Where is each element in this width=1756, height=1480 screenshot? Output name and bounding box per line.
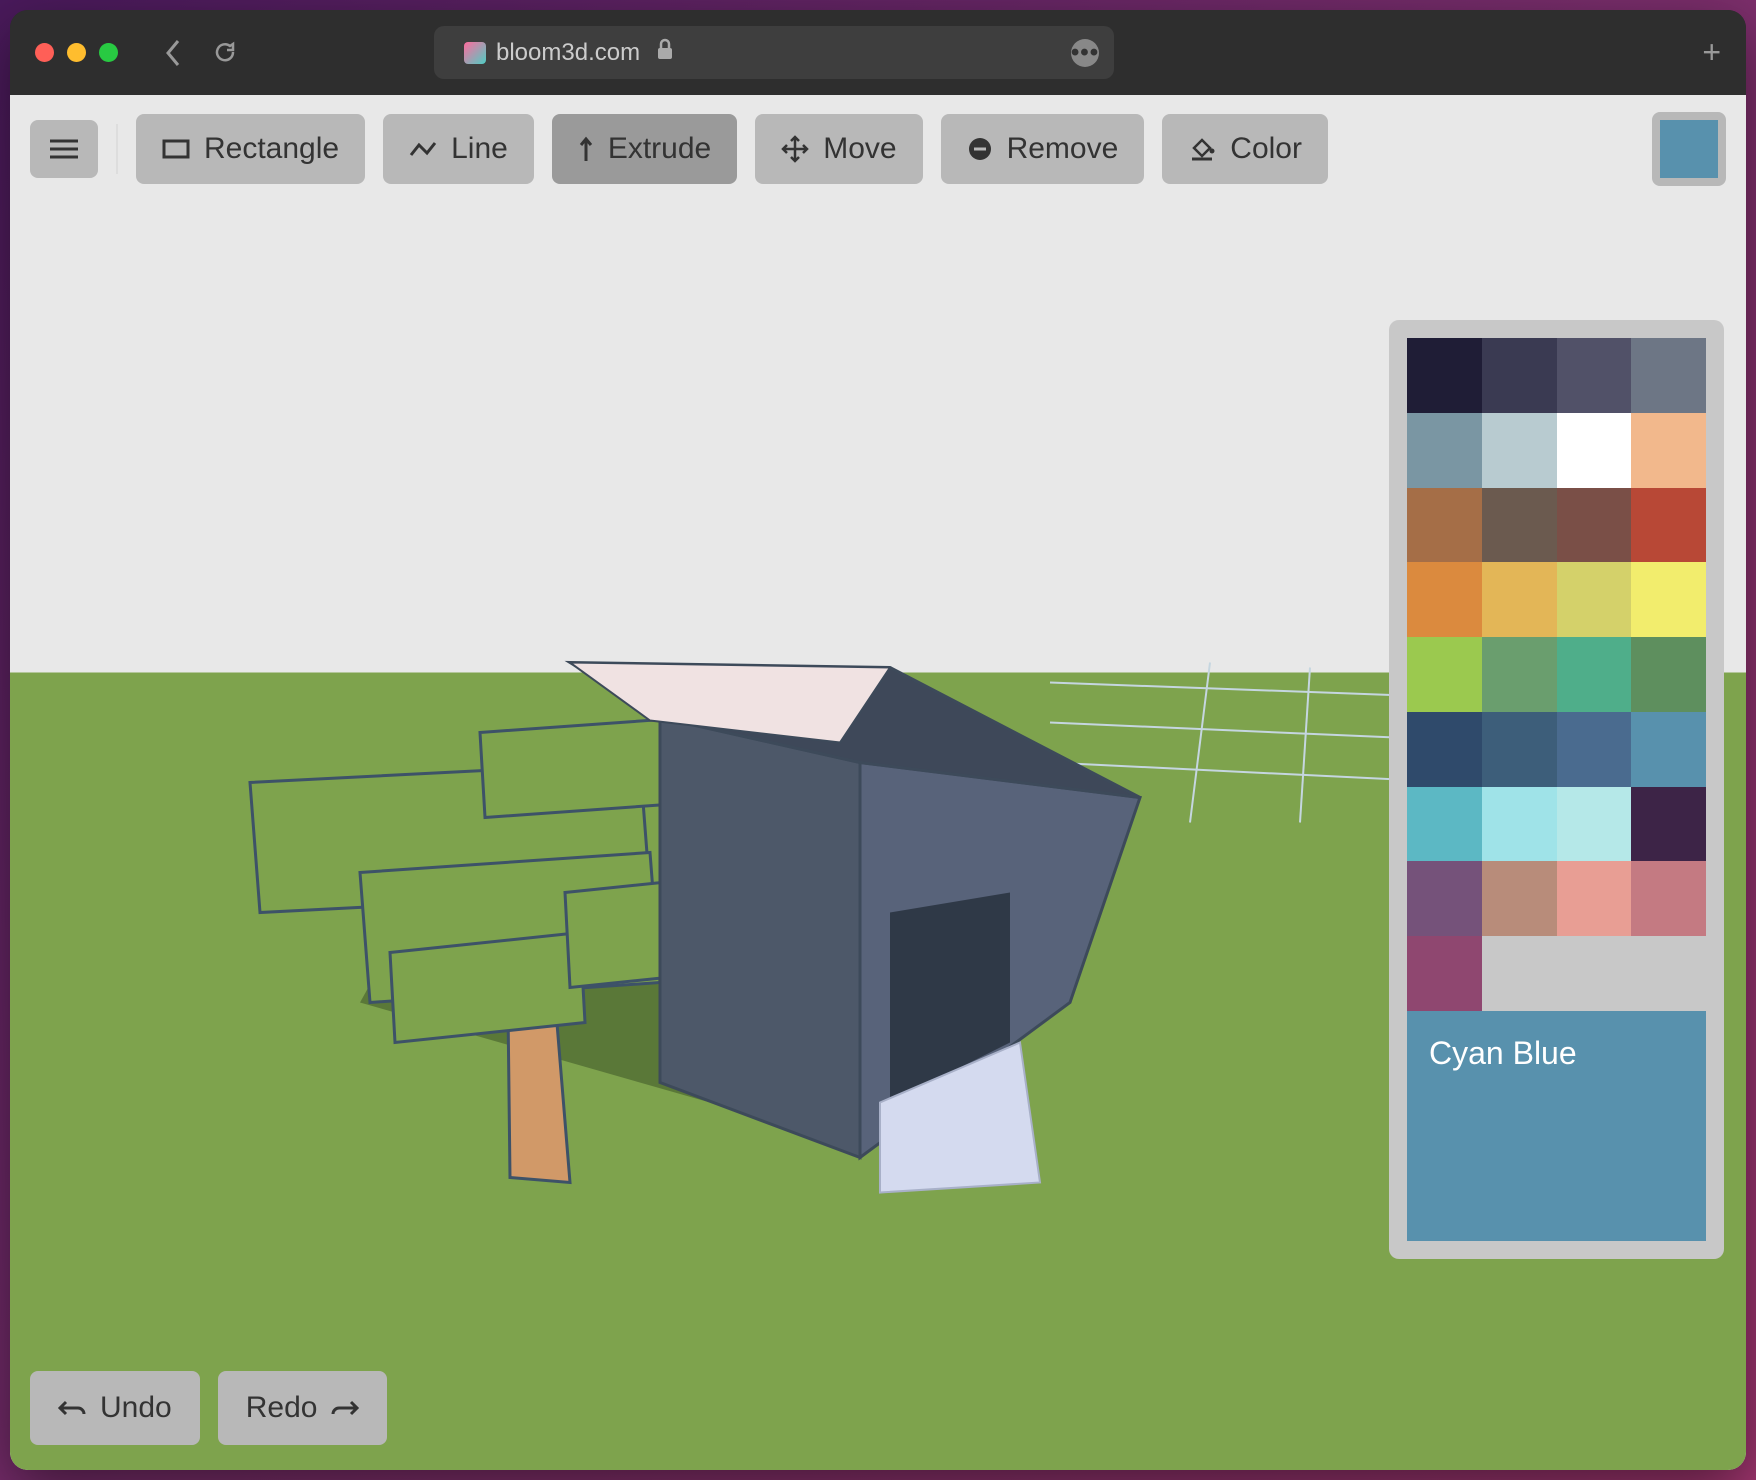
color-swatch[interactable] [1407,562,1482,637]
color-swatch[interactable] [1482,712,1557,787]
maximize-button[interactable] [99,43,118,62]
color-swatch[interactable] [1482,562,1557,637]
current-color-swatch[interactable] [1652,112,1726,186]
color-label: Color [1230,132,1302,166]
content-area: Rectangle Line Extrude Move [10,95,1746,1470]
remove-icon [967,136,993,162]
color-swatch[interactable] [1631,413,1706,488]
redo-icon [331,1399,359,1417]
color-grid [1407,338,1706,1011]
browser-titlebar: bloom3d.com ••• + [10,10,1746,95]
extrude-label: Extrude [608,132,711,166]
selected-color-preview: Cyan Blue [1407,1011,1706,1241]
color-swatch[interactable] [1631,712,1706,787]
minimize-button[interactable] [67,43,86,62]
menu-icon [50,138,78,160]
color-swatch[interactable] [1557,413,1632,488]
color-swatch[interactable] [1482,413,1557,488]
redo-label: Redo [246,1391,318,1425]
rectangle-tool-button[interactable]: Rectangle [136,114,365,184]
color-swatch[interactable] [1482,787,1557,862]
extrude-tool-button[interactable]: Extrude [552,114,737,184]
redo-button[interactable]: Redo [218,1371,388,1445]
color-swatch[interactable] [1557,488,1632,563]
url-more-button[interactable]: ••• [1071,39,1099,67]
new-tab-button[interactable]: + [1702,34,1721,71]
extrude-icon [578,135,594,163]
color-swatch[interactable] [1557,861,1632,936]
move-label: Move [823,132,896,166]
color-swatch[interactable] [1631,936,1706,1011]
color-swatch[interactable] [1557,562,1632,637]
color-swatch[interactable] [1407,936,1482,1011]
selected-color-name: Cyan Blue [1429,1033,1684,1075]
url-text: bloom3d.com [496,39,640,67]
url-bar[interactable]: bloom3d.com ••• [434,26,1114,79]
color-swatch[interactable] [1482,637,1557,712]
remove-label: Remove [1007,132,1119,166]
color-swatch[interactable] [1631,637,1706,712]
move-icon [781,135,809,163]
toolbar-divider [116,124,118,174]
color-swatch[interactable] [1482,936,1557,1011]
remove-tool-button[interactable]: Remove [941,114,1145,184]
color-swatch[interactable] [1557,637,1632,712]
toolbar: Rectangle Line Extrude Move [30,112,1726,186]
color-swatch[interactable] [1407,637,1482,712]
color-swatch[interactable] [1482,488,1557,563]
color-tool-button[interactable]: Color [1162,114,1328,184]
reload-button[interactable] [213,38,239,68]
bottom-bar: Undo Redo [30,1371,387,1445]
color-picker-panel: Cyan Blue [1389,320,1724,1259]
color-swatch[interactable] [1407,861,1482,936]
color-swatch[interactable] [1631,787,1706,862]
rectangle-label: Rectangle [204,132,339,166]
lock-icon [655,38,675,67]
color-swatch[interactable] [1482,861,1557,936]
color-swatch[interactable] [1407,338,1482,413]
color-swatch[interactable] [1631,488,1706,563]
color-swatch[interactable] [1557,712,1632,787]
close-button[interactable] [35,43,54,62]
site-icon [464,42,486,64]
traffic-lights [35,43,118,62]
color-swatch[interactable] [1407,413,1482,488]
color-swatch[interactable] [1557,936,1632,1011]
back-button[interactable] [163,38,183,68]
paint-bucket-icon [1188,136,1216,162]
undo-icon [58,1399,86,1417]
color-swatch[interactable] [1407,488,1482,563]
undo-button[interactable]: Undo [30,1371,200,1445]
undo-label: Undo [100,1391,172,1425]
color-swatch[interactable] [1482,338,1557,413]
color-swatch[interactable] [1631,562,1706,637]
color-swatch[interactable] [1631,338,1706,413]
line-icon [409,139,437,159]
rectangle-icon [162,139,190,159]
color-swatch[interactable] [1631,861,1706,936]
line-tool-button[interactable]: Line [383,114,534,184]
browser-nav [163,38,239,68]
color-swatch[interactable] [1557,787,1632,862]
color-swatch[interactable] [1557,338,1632,413]
color-swatch[interactable] [1407,712,1482,787]
move-tool-button[interactable]: Move [755,114,922,184]
app-window: bloom3d.com ••• + [10,10,1746,1470]
color-swatch[interactable] [1407,787,1482,862]
line-label: Line [451,132,508,166]
menu-button[interactable] [30,120,98,178]
